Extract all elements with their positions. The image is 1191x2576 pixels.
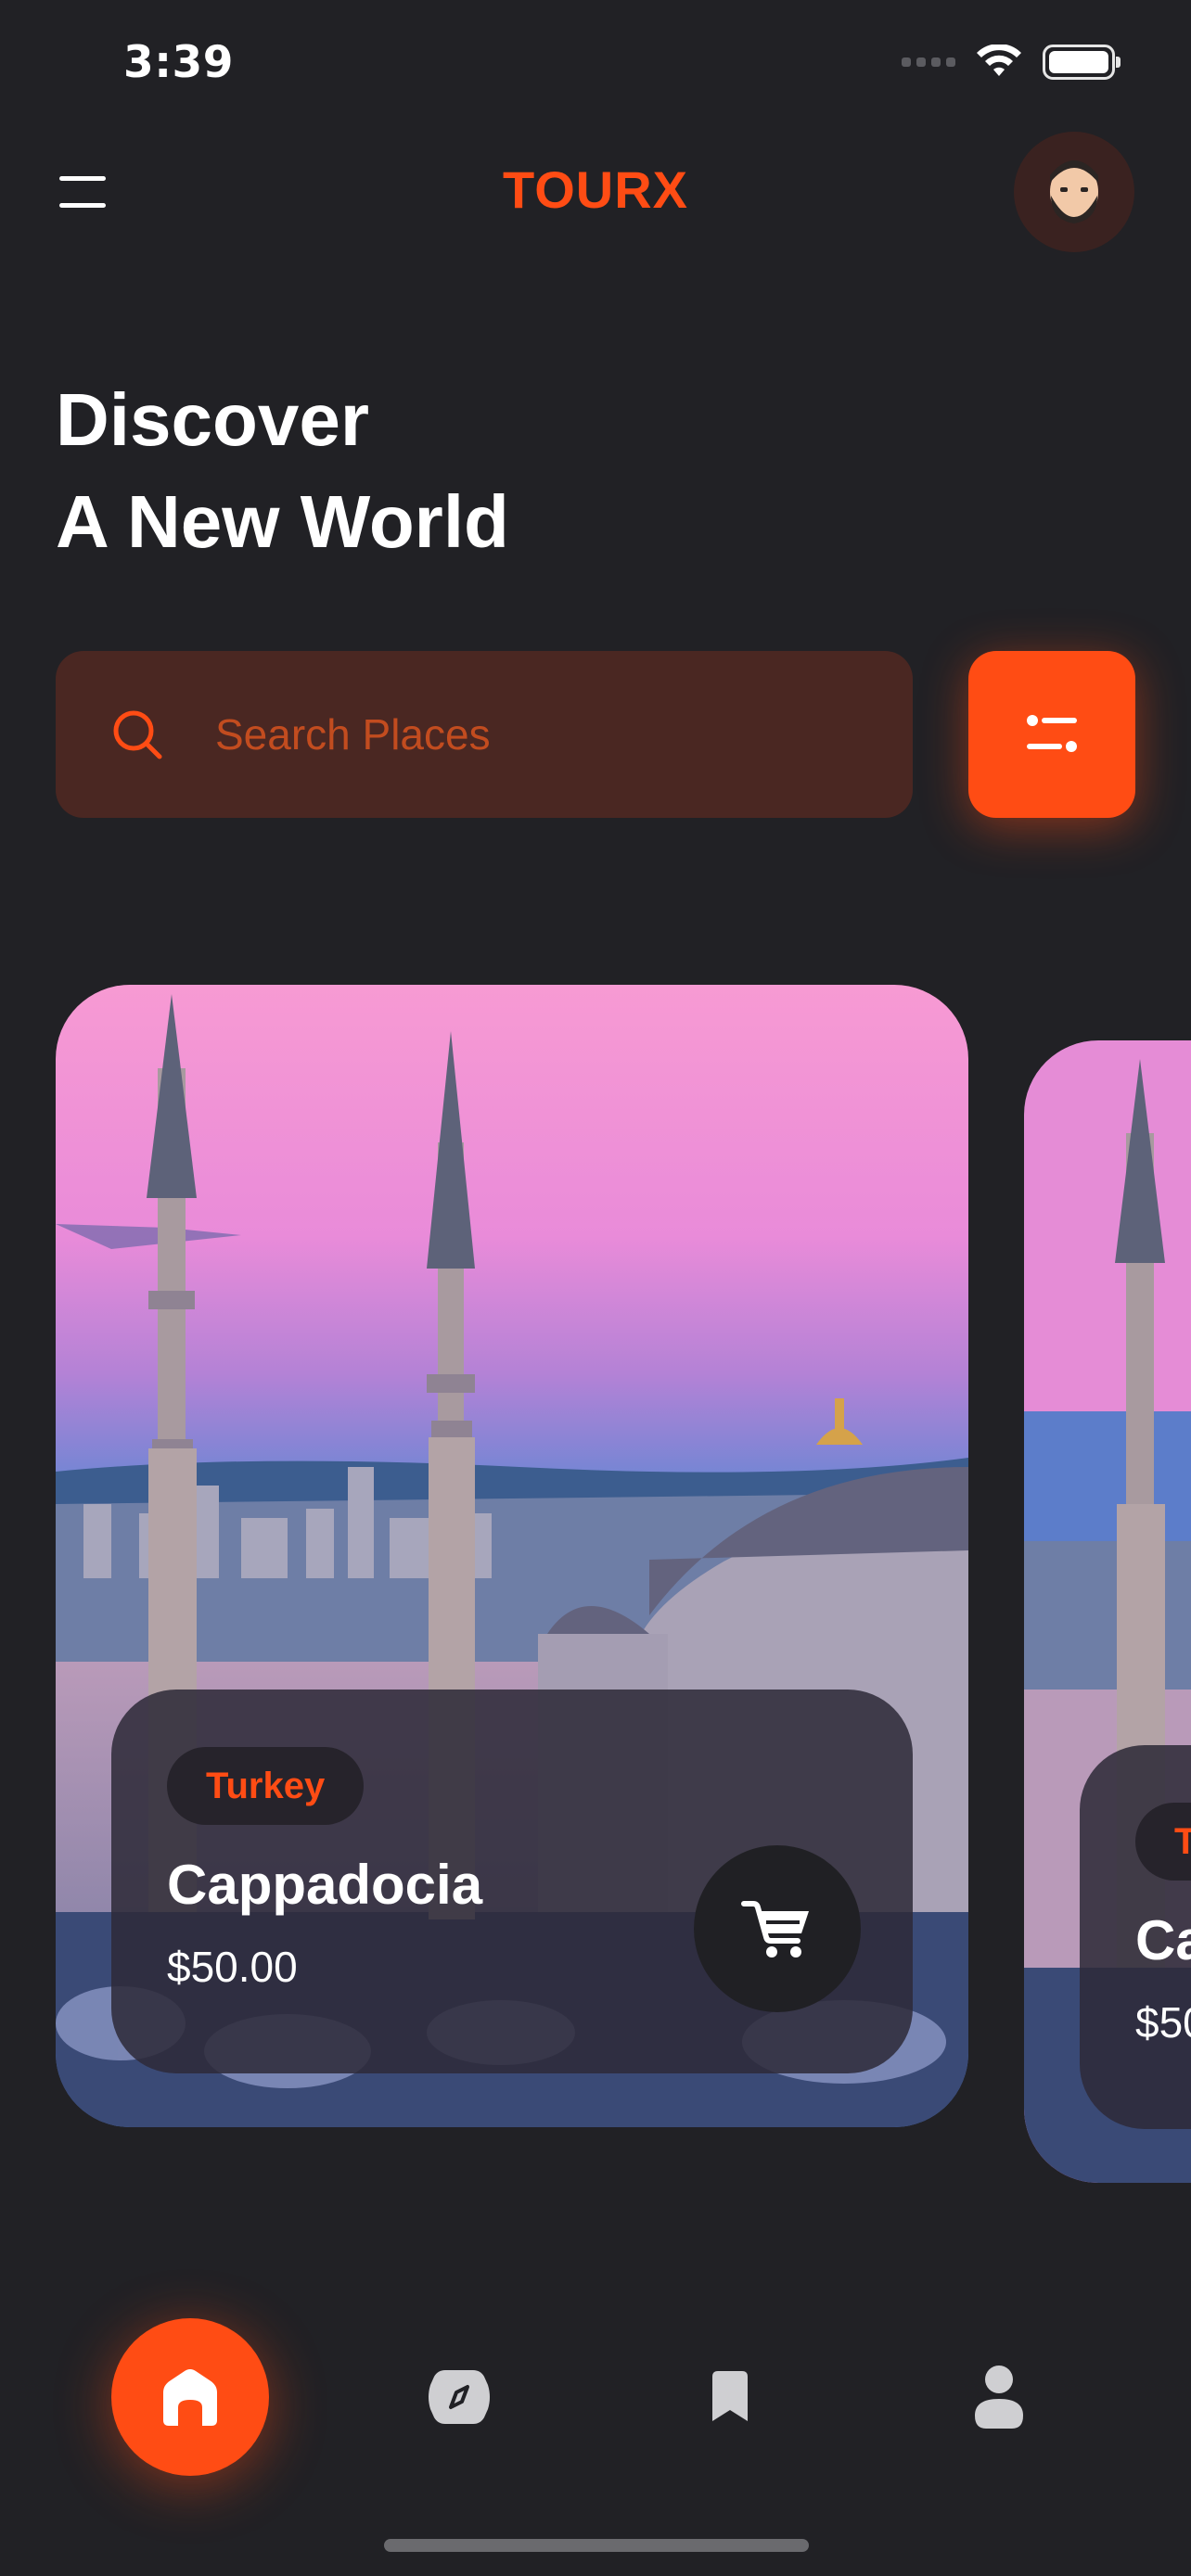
bottom-nav [0,2318,1191,2485]
nav-saved[interactable] [651,2318,809,2476]
hero-line-1: Discover [56,378,369,461]
place-name-next: Cappadocia [1135,1909,1191,1971]
hero-line-2: A New World [56,480,509,563]
nav-profile[interactable] [920,2318,1078,2476]
home-icon [163,2369,217,2426]
hero-headline: Discover A New World [56,369,509,573]
nav-home[interactable] [111,2318,269,2476]
destination-card-next[interactable]: Turkey Cappadocia $50.00 [1024,1040,1191,2183]
card-info-panel-next: Turkey Cappadocia $50.00 [1080,1745,1191,2129]
bookmark-icon [712,2371,748,2421]
search-input[interactable] [215,709,864,759]
place-price-next: $50.00 [1135,1998,1191,2047]
search-icon [113,710,162,759]
battery-icon [1043,45,1121,80]
destination-card[interactable]: Turkey Cappadocia $50.00 [56,985,968,2127]
app-brand: TOURX [503,160,688,219]
signal-icon [902,57,955,67]
nav-explore[interactable] [380,2318,538,2476]
add-to-cart-button[interactable] [694,1845,861,2012]
profile-icon [975,2366,1023,2429]
compass-icon [429,2370,490,2424]
country-tag[interactable]: Turkey [167,1747,365,1825]
status-time: 3:39 [123,37,234,88]
cart-icon [741,1901,809,1958]
app-screen: 3:39 TOURX Discover A New World Search P… [0,0,1191,2576]
user-avatar-icon [1050,160,1098,223]
country-tag-next[interactable]: Turkey [1135,1803,1191,1881]
avatar[interactable] [1014,132,1134,252]
place-name: Cappadocia [167,1854,483,1916]
card-info-panel: Turkey Cappadocia $50.00 [111,1690,913,2073]
place-price: $50.00 [167,1943,298,1991]
status-icons [902,45,1121,80]
filter-button[interactable] [968,651,1135,818]
search-bar[interactable] [56,651,913,818]
filter-icon [1027,715,1077,752]
home-indicator[interactable] [384,2539,809,2552]
wifi-icon [977,45,1021,76]
